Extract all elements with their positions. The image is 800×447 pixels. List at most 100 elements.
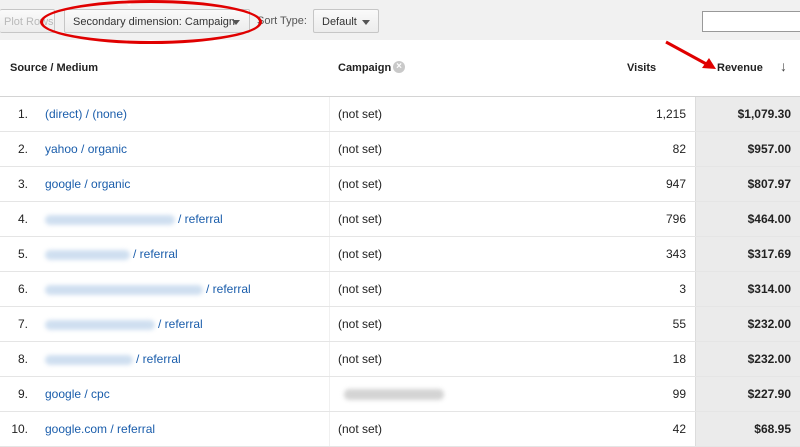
table-row: 9. google / cpc 99 $227.90 (0, 377, 800, 412)
column-divider (329, 377, 330, 411)
source-medium-link[interactable]: google / cpc (45, 387, 110, 401)
revenue-value: $957.00 (747, 142, 791, 156)
source-medium-link[interactable]: / referral (45, 317, 203, 331)
chevron-down-icon (232, 20, 240, 25)
row-number: 4. (17, 212, 28, 226)
remove-secondary-dimension-icon[interactable]: × (393, 61, 405, 73)
campaign-value: (not set) (338, 317, 383, 331)
visits-value: 343 (665, 247, 686, 261)
secondary-dimension-dropdown[interactable]: Secondary dimension: Campaign (64, 9, 250, 33)
source-medium-link[interactable]: / referral (45, 352, 181, 366)
table-search-input[interactable] (702, 11, 800, 32)
revenue-cell: $227.90 (695, 377, 800, 411)
sort-type-label: Sort Type: (257, 15, 307, 27)
column-divider (329, 97, 330, 131)
source-medium-text: / referral (158, 317, 203, 331)
revenue-value: $317.69 (747, 247, 791, 261)
source-medium-text: / referral (178, 212, 223, 226)
redacted-source (45, 354, 133, 365)
row-number: 8. (17, 352, 28, 366)
table-row: 10. google.com / referral (not set) 42 $68.9… (0, 412, 800, 447)
table-body: 1. (direct) / (none) (not set) 1,215 $1,079.… (0, 97, 800, 447)
redacted-source (45, 249, 130, 260)
source-medium-link[interactable]: yahoo / organic (45, 142, 127, 156)
revenue-value: $1,079.30 (737, 107, 791, 121)
source-medium-text: google.com / referral (45, 422, 156, 436)
visits-value: 99 (672, 387, 686, 401)
table-row: 3. google / organic (not set) 947 $807.97 (0, 167, 800, 202)
column-divider (329, 272, 330, 306)
chevron-down-icon (362, 20, 370, 25)
visits-value: 82 (672, 142, 686, 156)
tooltip-notch (123, 0, 135, 6)
table-row: 2. yahoo / organic (not set) 82 $957.00 (0, 132, 800, 167)
secondary-dimension-label: Secondary dimension: Campaign (73, 16, 236, 28)
row-number: 7. (17, 317, 28, 331)
source-medium-link[interactable]: google / organic (45, 177, 130, 191)
source-medium-text: (direct) / (none) (45, 107, 128, 121)
revenue-cell: $464.00 (695, 202, 800, 236)
visits-value: 18 (672, 352, 686, 366)
redacted-source (45, 214, 175, 225)
column-divider (329, 307, 330, 341)
campaign-value: (not set) (338, 422, 383, 436)
source-medium-link[interactable]: / referral (45, 247, 178, 261)
visits-value: 947 (665, 177, 686, 191)
revenue-cell: $1,079.30 (695, 97, 800, 131)
column-header-source-medium[interactable]: Source / Medium (10, 62, 98, 74)
source-medium-link[interactable]: (direct) / (none) (45, 107, 127, 121)
source-medium-link[interactable]: / referral (45, 282, 251, 296)
table-toolbar: Plot Rows Secondary dimension: Campaign … (0, 0, 800, 41)
source-medium-text: / referral (133, 247, 178, 261)
source-medium-text: / referral (136, 352, 181, 366)
column-header-revenue[interactable]: Revenue (717, 62, 763, 74)
sort-type-value: Default (322, 16, 357, 28)
redacted-source (45, 319, 155, 330)
revenue-cell: $232.00 (695, 342, 800, 376)
column-header-visits[interactable]: Visits (627, 62, 656, 74)
campaign-value: (not set) (338, 352, 383, 366)
campaign-value: (not set) (338, 282, 383, 296)
table-row: 6. / referral (not set) 3 $314.00 (0, 272, 800, 307)
table-row: 4. / referral (not set) 796 $464.00 (0, 202, 800, 237)
revenue-value: $464.00 (747, 212, 791, 226)
revenue-cell: $317.69 (695, 237, 800, 271)
row-number: 2. (17, 142, 28, 156)
row-number: 9. (17, 387, 28, 401)
table-row: 7. / referral (not set) 55 $232.00 (0, 307, 800, 342)
sort-descending-icon[interactable]: ↓ (780, 58, 787, 74)
campaign-value: (not set) (338, 177, 383, 191)
campaign-value: (not set) (338, 142, 383, 156)
revenue-value: $807.97 (747, 177, 791, 191)
revenue-value: $314.00 (747, 282, 791, 296)
source-medium-text: google / organic (45, 177, 131, 191)
campaign-value: (not set) (338, 212, 383, 226)
table-row: 1. (direct) / (none) (not set) 1,215 $1,079.… (0, 97, 800, 132)
redacted-campaign (344, 389, 444, 400)
campaign-value: (not set) (338, 247, 383, 261)
column-header-campaign[interactable]: Campaign (338, 62, 391, 74)
column-divider (329, 202, 330, 236)
campaign-value: (not set) (338, 107, 383, 121)
plot-rows-button[interactable]: Plot Rows (0, 9, 55, 33)
revenue-value: $68.95 (754, 422, 791, 436)
visits-value: 1,215 (655, 107, 686, 121)
row-number: 6. (17, 282, 28, 296)
source-medium-text: / referral (206, 282, 251, 296)
source-medium-link[interactable]: / referral (45, 212, 223, 226)
visits-value: 42 (672, 422, 686, 436)
revenue-cell: $807.97 (695, 167, 800, 201)
sort-type-dropdown[interactable]: Default (313, 9, 379, 33)
visits-value: 55 (672, 317, 686, 331)
source-medium-link[interactable]: google.com / referral (45, 422, 155, 436)
row-number: 5. (17, 247, 28, 261)
revenue-value: $232.00 (747, 317, 791, 331)
revenue-cell: $957.00 (695, 132, 800, 166)
column-divider (329, 167, 330, 201)
column-divider (329, 342, 330, 376)
revenue-cell: $314.00 (695, 272, 800, 306)
column-divider (329, 237, 330, 271)
column-divider (329, 132, 330, 166)
source-medium-text: google / cpc (45, 387, 110, 401)
row-number: 3. (17, 177, 28, 191)
